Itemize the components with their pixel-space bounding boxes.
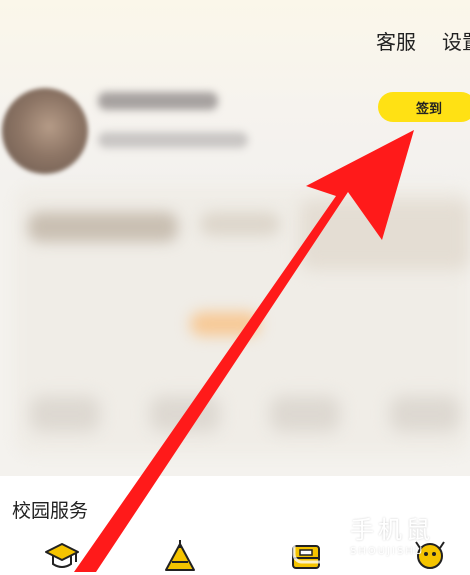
- blurred-entry: [150, 396, 220, 432]
- activity-icon[interactable]: [162, 538, 198, 574]
- user-name-blurred: [98, 92, 218, 110]
- blurred-entry: [270, 396, 340, 432]
- blurred-entry: [30, 396, 100, 432]
- settings-link[interactable]: 设置: [442, 26, 470, 56]
- blurred-content: [28, 212, 178, 242]
- blurred-content: [300, 200, 470, 270]
- blurred-entry: [390, 396, 460, 432]
- watermark-brand-text: 手机鼠: [350, 516, 434, 544]
- checkin-button[interactable]: 签到: [378, 92, 470, 122]
- campus-services-title: 校园服务: [12, 500, 89, 522]
- graduation-cap-icon[interactable]: [44, 538, 80, 574]
- header-links: 客服 设置: [376, 26, 470, 56]
- blurred-content: [200, 212, 280, 236]
- customer-service-link[interactable]: 客服: [376, 26, 416, 56]
- blurred-orange-badge: [190, 312, 260, 336]
- user-info-blurred: [98, 132, 248, 148]
- watermark-sub-text: SHOUJISHU: [350, 546, 425, 557]
- avatar[interactable]: [2, 88, 88, 174]
- checkin-label: 签到: [416, 101, 443, 117]
